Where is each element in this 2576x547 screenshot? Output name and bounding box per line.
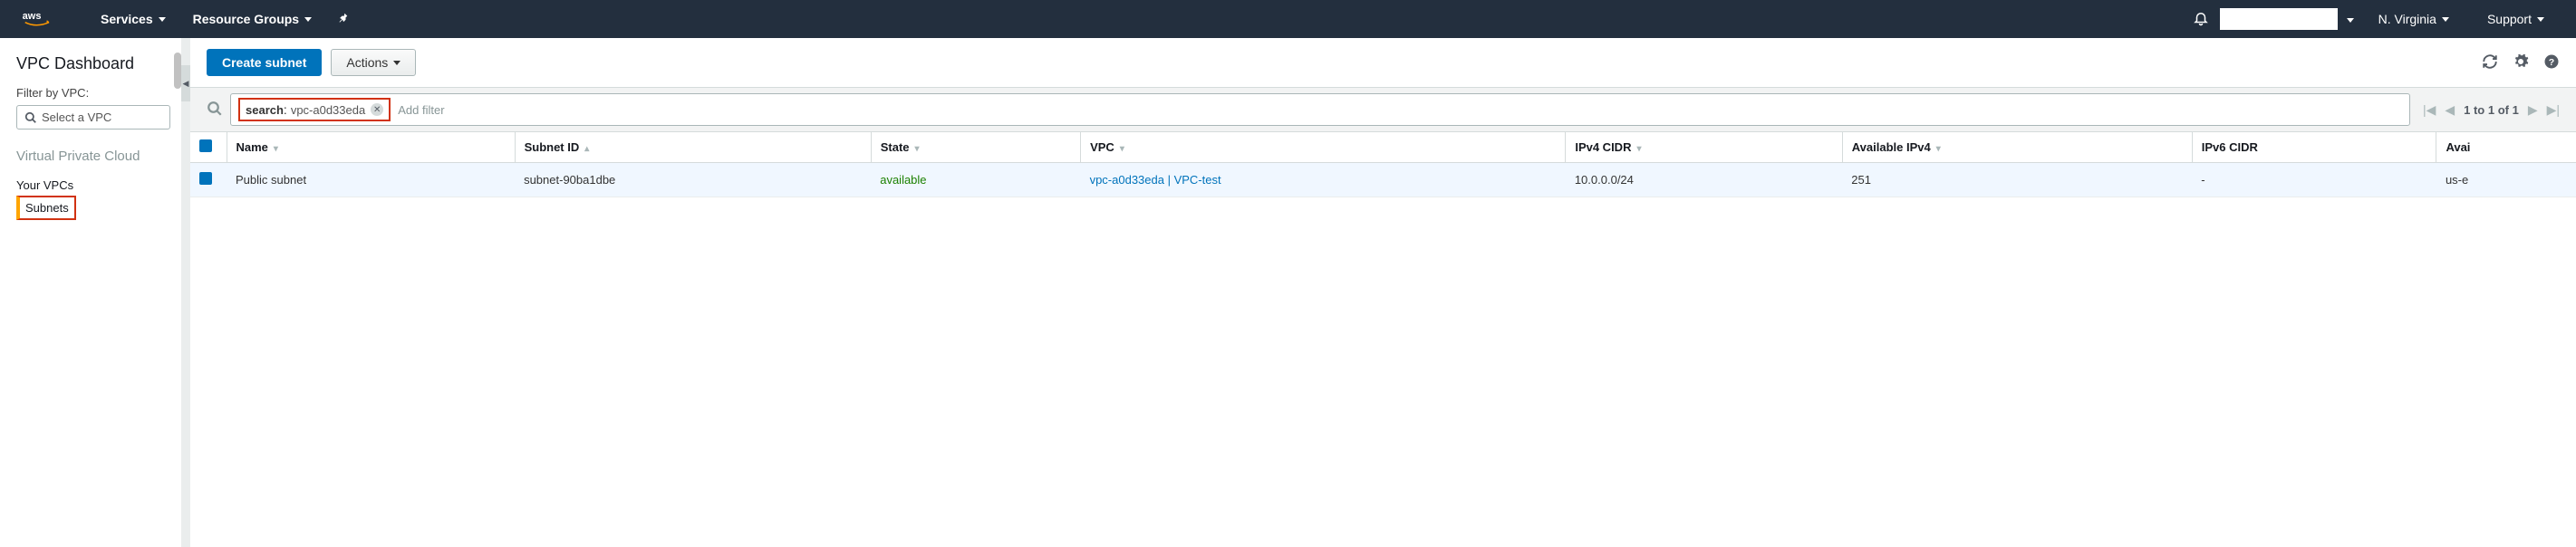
- collapse-handle-icon[interactable]: ◀: [181, 65, 190, 101]
- page-first-icon[interactable]: |◀: [2423, 102, 2436, 118]
- chevron-down-icon: [2341, 12, 2354, 26]
- nav-region[interactable]: N. Virginia: [2365, 12, 2463, 26]
- col-subnet-id[interactable]: Subnet ID▴: [515, 132, 871, 163]
- cell-subnet-id: subnet-90ba1dbe: [515, 163, 871, 197]
- cell-ipv4-cidr: 10.0.0.0/24: [1566, 163, 1842, 197]
- create-subnet-button[interactable]: Create subnet: [207, 49, 322, 76]
- table-row[interactable]: Public subnet subnet-90ba1dbe available …: [190, 163, 2576, 197]
- refresh-icon[interactable]: [2482, 53, 2498, 72]
- col-ipv4-cidr[interactable]: IPv4 CIDR▾: [1566, 132, 1842, 163]
- cell-state: available: [871, 163, 1080, 197]
- search-icon: [207, 101, 223, 120]
- subnets-table: Name▾ Subnet ID▴ State▾ VPC▾ IPv4 CIDR▾ …: [190, 132, 2576, 197]
- account-name-box: [2220, 8, 2338, 30]
- filter-tag-value: vpc-a0d33eda: [291, 103, 365, 117]
- sidebar: VPC Dashboard Filter by VPC: Select a VP…: [0, 38, 181, 547]
- filter-by-vpc-label: Filter by VPC:: [16, 86, 170, 100]
- col-ipv6-cidr[interactable]: IPv6 CIDR: [2192, 132, 2436, 163]
- pagination-text: 1 to 1 of 1: [2464, 103, 2519, 117]
- cell-ipv6-cidr: -: [2192, 163, 2436, 197]
- sidebar-link-subnets[interactable]: Subnets: [16, 196, 76, 220]
- sidebar-link-your-vpcs[interactable]: Your VPCs: [16, 175, 170, 196]
- col-state[interactable]: State▾: [871, 132, 1080, 163]
- aws-logo[interactable]: aws: [18, 9, 60, 29]
- col-name[interactable]: Name▾: [227, 132, 515, 163]
- select-all-checkbox[interactable]: [199, 139, 212, 152]
- filter-input[interactable]: search : vpc-a0d33eda ✕ Add filter: [230, 93, 2410, 126]
- nav-support[interactable]: Support: [2474, 12, 2558, 26]
- page-next-icon[interactable]: ▶: [2528, 102, 2538, 118]
- vpc-select-placeholder: Select a VPC: [42, 110, 111, 124]
- row-checkbox[interactable]: [199, 172, 212, 185]
- actions-dropdown-button[interactable]: Actions: [331, 49, 416, 76]
- cell-vpc-link[interactable]: vpc-a0d33eda | VPC-test: [1081, 163, 1566, 197]
- search-icon: [24, 111, 37, 124]
- top-nav-bar: aws Services Resource Groups N. Virginia…: [0, 0, 2576, 38]
- col-available-ipv4[interactable]: Available IPv4▾: [1842, 132, 2192, 163]
- remove-filter-icon[interactable]: ✕: [371, 103, 383, 116]
- action-bar: Create subnet Actions ?: [190, 38, 2576, 87]
- col-availability[interactable]: Avai: [2436, 132, 2576, 163]
- scrollbar[interactable]: [174, 53, 181, 89]
- svg-text:aws: aws: [23, 11, 42, 22]
- filter-placeholder: Add filter: [398, 103, 444, 117]
- cell-name: Public subnet: [227, 163, 515, 197]
- gear-icon[interactable]: [2513, 53, 2529, 72]
- col-vpc[interactable]: VPC▾: [1081, 132, 1566, 163]
- nav-resource-groups[interactable]: Resource Groups: [179, 12, 325, 26]
- help-icon[interactable]: ?: [2543, 53, 2560, 72]
- notifications-bell-icon[interactable]: [2193, 10, 2209, 29]
- cell-available-ipv4: 251: [1842, 163, 2192, 197]
- svg-text:?: ?: [2549, 56, 2554, 67]
- filter-search-row: search : vpc-a0d33eda ✕ Add filter |◀ ◀ …: [190, 87, 2576, 132]
- sidebar-title[interactable]: VPC Dashboard: [16, 54, 170, 73]
- cell-availability: us-e: [2436, 163, 2576, 197]
- pagination: |◀ ◀ 1 to 1 of 1 ▶ ▶|: [2423, 102, 2560, 118]
- page-prev-icon[interactable]: ◀: [2445, 102, 2455, 118]
- panel-divider[interactable]: ◀: [181, 38, 190, 547]
- pin-icon[interactable]: [325, 12, 360, 27]
- page-last-icon[interactable]: ▶|: [2547, 102, 2560, 118]
- nav-services[interactable]: Services: [87, 12, 179, 26]
- filter-tag: search : vpc-a0d33eda ✕: [238, 98, 391, 121]
- vpc-select-dropdown[interactable]: Select a VPC: [16, 105, 170, 130]
- sidebar-section-vpc: Virtual Private Cloud: [16, 148, 170, 166]
- nav-account-menu[interactable]: [2220, 8, 2354, 30]
- filter-tag-key: search: [246, 103, 284, 117]
